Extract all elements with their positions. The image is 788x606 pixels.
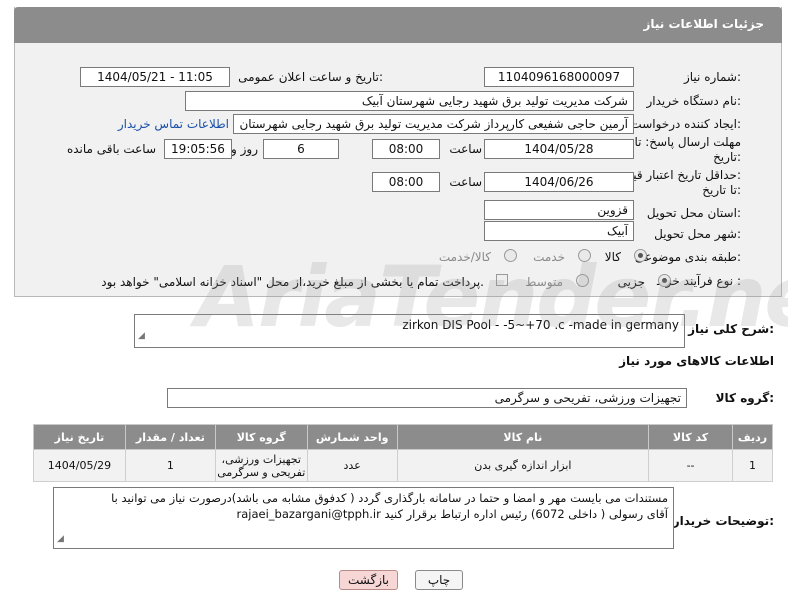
process-radio-minor[interactable] [658, 274, 671, 287]
buyer-notes-line-1: مستندات می بایست مهر و امضا و حتما در سا… [111, 491, 668, 505]
cell-group: تجهیزات ورزشی، تفریحی و سرگرمی [214, 449, 308, 482]
category-label: طبقه بندی موضوعی: [634, 250, 741, 264]
buyer-notes-label: توضیحات خریدار: [672, 514, 774, 528]
price-validity-date-field: 1404/06/26 [484, 172, 634, 192]
requester-field: آرمین حاجی شفیعی کارپرداز شرکت مدیریت تو… [233, 114, 634, 134]
category-radio-goods-service[interactable] [504, 249, 517, 262]
goods-group-field: تجهیزات ورزشی، تفریحی و سرگرمی [167, 388, 687, 408]
cell-date: 1404/05/29 [33, 449, 126, 482]
general-description-field: zirkon DIS Pool - -5~+70 .c -made in ger… [134, 314, 685, 348]
buyer-notes-line-2: rajaei_bazargani@tpph.ir آقای رسولی ( دا… [236, 507, 668, 521]
general-description-text: zirkon DIS Pool - -5~+70 .c -made in ger… [402, 318, 679, 332]
days-label: روز و [231, 142, 258, 156]
table-row: 1404/05/29 1 تجهیزات ورزشی، تفریحی و سرگ… [33, 449, 774, 482]
category-option-goods-service: کالا/خدمت [438, 250, 491, 264]
reply-deadline-label-2: تاریخ: [713, 150, 741, 164]
cell-name: ابزار اندازه گیری بدن [396, 449, 650, 482]
delivery-province-field: قزوین [484, 200, 634, 220]
cell-code: -- [648, 449, 733, 482]
reply-deadline-date-field: 1404/05/28 [484, 139, 634, 159]
cell-row: 1 [731, 449, 774, 482]
buyer-notes-field: مستندات می بایست مهر و امضا و حتما در سا… [53, 487, 674, 549]
announce-datetime-field: 1404/05/21 - 11:05 [80, 67, 230, 87]
buyer-org-label: نام دستگاه خریدار: [646, 94, 742, 108]
process-option-medium: متوسط [525, 275, 563, 289]
process-radio-medium[interactable] [576, 274, 589, 287]
cell-unit: عدد [306, 449, 398, 482]
buyer-org-field: شرکت مدیریت تولید برق شهید رجایی شهرستان… [185, 91, 634, 111]
price-validity-time-field: 08:00 [372, 172, 440, 192]
col-group-header: گروه کالا [214, 424, 308, 450]
reply-time-label: ساعت [449, 142, 482, 156]
buyer-contact-link[interactable]: اطلاعات تماس خریدار [118, 117, 229, 131]
back-button[interactable]: بازگشت [339, 570, 398, 590]
print-button[interactable]: چاپ [415, 570, 463, 590]
cell-qty: 1 [124, 449, 216, 482]
col-qty-header: تعداد / مقدار [124, 424, 216, 450]
delivery-city-label: شهر محل تحویل: [654, 227, 741, 241]
price-time-label: ساعت [449, 175, 482, 189]
treasury-payment-note: پرداخت تمام یا بخشی از مبلغ خرید،از محل … [101, 275, 484, 289]
col-row-header: ردیف [731, 424, 774, 450]
col-date-header: تاریخ نیاز [33, 424, 126, 450]
goods-info-title: اطلاعات کالاهای مورد نیاز [619, 354, 774, 368]
delivery-city-field: آبیک [484, 221, 634, 241]
need-number-field: 1104096168000097 [484, 67, 634, 87]
category-radio-service[interactable] [578, 249, 591, 262]
remaining-time-field: 19:05:56 [164, 139, 232, 159]
general-description-label: شرح کلی نیاز: [688, 322, 774, 336]
resize-grip-icon: ◢ [57, 534, 64, 544]
panel-title: جزئیات اطلاعات نیاز [643, 17, 764, 31]
requester-label: ایجاد کننده درخواست: [630, 117, 741, 131]
col-name-header: نام کالا [396, 424, 650, 450]
category-option-goods: کالا [604, 250, 621, 264]
reply-deadline-label-1: مهلت ارسال پاسخ: تا [634, 135, 741, 149]
remaining-days-field: 6 [263, 139, 339, 159]
announce-datetime-label: تاریخ و ساعت اعلان عمومی: [238, 70, 383, 84]
col-code-header: کد کالا [648, 424, 733, 450]
remaining-time-label: ساعت باقی مانده [66, 142, 156, 156]
price-validity-label-2: تا تاریخ: [702, 183, 741, 197]
goods-table-header: تاریخ نیاز تعداد / مقدار گروه کالا واحد … [33, 424, 774, 450]
process-option-minor: جزیی [617, 275, 645, 289]
treasury-payment-checkbox[interactable] [496, 274, 508, 286]
category-option-service: خدمت [533, 250, 565, 264]
goods-group-label: گروه کالا: [715, 391, 774, 405]
col-unit-header: واحد شمارش [306, 424, 398, 450]
reply-deadline-time-field: 08:00 [372, 139, 440, 159]
goods-table: تاریخ نیاز تعداد / مقدار گروه کالا واحد … [33, 424, 774, 482]
panel-header: جزئیات اطلاعات نیاز [14, 7, 782, 43]
need-number-label: شماره نیاز: [683, 70, 741, 84]
category-radio-goods[interactable] [634, 249, 647, 262]
resize-grip-icon: ◢ [138, 331, 145, 341]
delivery-province-label: استان محل تحویل: [646, 206, 741, 220]
